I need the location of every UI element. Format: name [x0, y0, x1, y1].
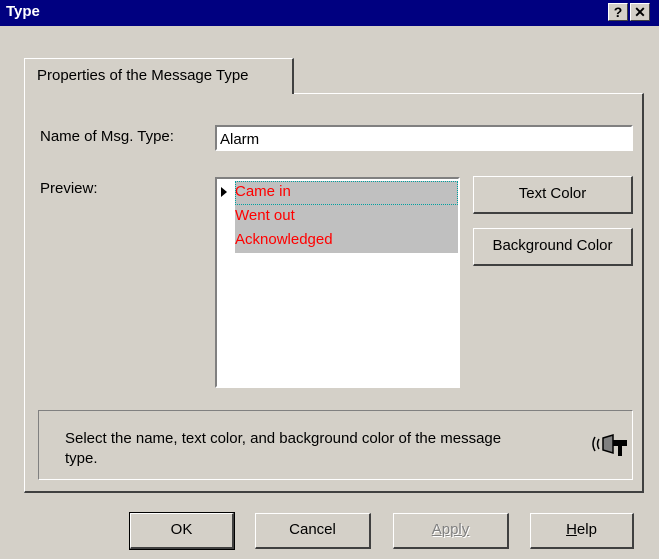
info-text: Select the name, text color, and backgro… [65, 430, 502, 467]
apply-label: Apply [431, 521, 470, 538]
preview-list[interactable]: Came in Went out Acknowledged [215, 177, 460, 388]
list-item[interactable]: Went out [235, 205, 458, 229]
tab-properties[interactable]: Properties of the Message Type [24, 58, 294, 94]
ok-button[interactable]: OK [129, 512, 235, 550]
close-icon[interactable]: ✕ [630, 3, 650, 21]
window-title: Type [6, 3, 40, 20]
apply-button[interactable]: Apply [393, 513, 509, 549]
tab-label: Properties of the Message Type [37, 67, 249, 84]
list-item[interactable]: Came in [235, 181, 458, 205]
list-item[interactable]: Acknowledged [235, 229, 458, 253]
pointer-icon [221, 187, 227, 197]
title-bar: Type ? ✕ [0, 0, 659, 26]
info-box: Select the name, text color, and backgro… [38, 410, 633, 480]
name-field-label: Name of Msg. Type: [40, 128, 174, 145]
help-icon[interactable]: ? [608, 3, 628, 21]
megaphone-icon [592, 433, 627, 456]
help-button[interactable]: Help [530, 513, 634, 549]
background-color-button[interactable]: Background Color [473, 228, 633, 266]
cancel-button[interactable]: Cancel [255, 513, 371, 549]
text-color-button[interactable]: Text Color [473, 176, 633, 214]
name-field[interactable]: Alarm [215, 125, 633, 151]
help-label: Help [566, 521, 597, 538]
preview-label: Preview: [40, 180, 98, 197]
